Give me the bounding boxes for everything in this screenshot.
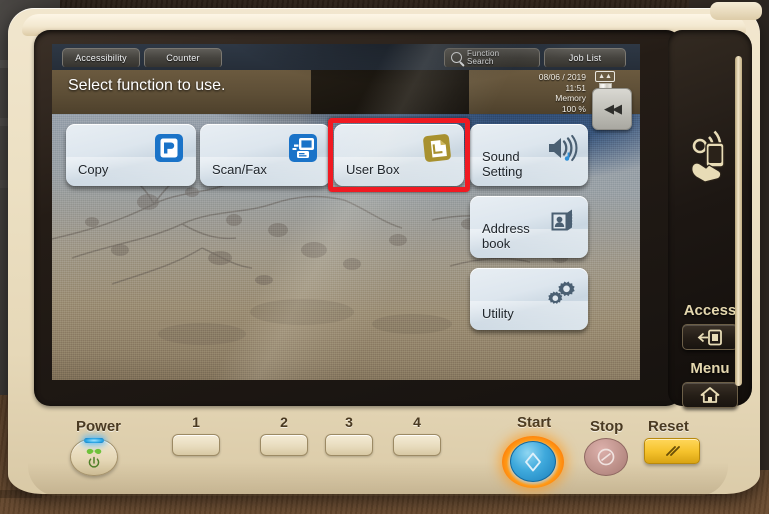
job-list-button[interactable]: Job List xyxy=(544,47,626,67)
tab-counter-label: Counter xyxy=(166,52,200,63)
status-time: 11:51 xyxy=(565,82,586,93)
reset-label: Reset xyxy=(648,418,689,435)
scan-fax-label: Scan/Fax xyxy=(212,162,267,177)
power-icon xyxy=(88,456,100,468)
start-label: Start xyxy=(517,414,552,431)
gears-icon xyxy=(548,281,575,304)
function-button-grid: Copy Scan/Fax User Box Sound Setting Add… xyxy=(52,114,640,380)
function-button-copy[interactable]: Copy xyxy=(66,124,196,186)
tab-counter[interactable]: Counter xyxy=(144,47,222,67)
eco-leaf-icon xyxy=(86,448,102,455)
utility-label: Utility xyxy=(482,306,514,321)
function-search-button[interactable]: Function Search xyxy=(444,47,540,67)
user-box-label: User Box xyxy=(346,162,400,177)
function-search-line2: Search xyxy=(467,56,494,66)
status-message: Select function to use. xyxy=(68,77,226,94)
access-button[interactable] xyxy=(682,324,738,350)
power-label: Power xyxy=(76,418,122,435)
power-led-indicator xyxy=(84,438,104,443)
tab-accessibility-label: Accessibility xyxy=(75,52,127,63)
speaker-icon xyxy=(549,134,578,162)
printer-control-panel-body: Accessibility Counter Function Search Jo… xyxy=(8,2,762,496)
number-key-3[interactable] xyxy=(325,434,373,456)
stop-octagon-icon xyxy=(597,448,615,466)
touchscreen[interactable]: Accessibility Counter Function Search Jo… xyxy=(52,44,640,380)
home-icon xyxy=(700,387,720,403)
collapse-arrows: ◀◀ xyxy=(604,101,622,116)
memory-value: 100 % xyxy=(561,103,586,114)
address-book-label: Address book xyxy=(482,221,530,251)
stop-button[interactable] xyxy=(584,438,628,476)
number-key-2[interactable] xyxy=(260,434,308,456)
reset-button[interactable] xyxy=(644,438,700,464)
toner-cap: ▲▲ xyxy=(595,71,615,82)
status-date: 08/06 / 2019 xyxy=(538,72,586,82)
copy-label: Copy xyxy=(78,162,109,177)
function-search-label: Function Search xyxy=(467,49,499,66)
number-key-3-label: 3 xyxy=(345,414,353,430)
right-hardware-panel: Access Menu xyxy=(668,30,752,408)
address-book-icon xyxy=(551,209,573,231)
scan-fax-icon xyxy=(289,134,317,162)
function-button-user-box[interactable]: User Box xyxy=(334,124,464,186)
job-list-label: Job List xyxy=(568,52,602,63)
number-key-4[interactable] xyxy=(393,434,441,456)
function-button-utility[interactable]: Utility xyxy=(470,268,588,330)
start-button[interactable] xyxy=(510,441,556,482)
address-book-line2: book xyxy=(482,236,511,251)
number-key-1-label: 1 xyxy=(192,414,200,430)
nfc-touch-icon xyxy=(691,130,725,183)
start-diamond-icon xyxy=(525,452,541,471)
status-info: 08/06 / 2019 11:51 Memory 100 % xyxy=(539,72,586,114)
message-bar: Select function to use. 08/06 / 2019 11:… xyxy=(52,70,640,114)
hardware-button-row: Power 1 2 3 4 Start Stop Reset xyxy=(8,408,760,494)
address-book-line1: Address xyxy=(482,221,530,236)
reset-slashes-icon xyxy=(666,446,680,456)
sound-setting-line2: Setting xyxy=(482,164,523,179)
user-box-icon xyxy=(423,134,451,162)
panel-seam-highlight xyxy=(735,56,742,386)
function-button-scan-fax[interactable]: Scan/Fax xyxy=(200,124,330,186)
number-key-2-label: 2 xyxy=(280,414,288,430)
panel-top-tab xyxy=(710,2,762,20)
menu-button[interactable] xyxy=(682,382,738,408)
copy-icon xyxy=(155,134,183,162)
function-button-sound-setting[interactable]: Sound Setting xyxy=(470,124,588,186)
sound-setting-line1: Sound xyxy=(482,149,520,164)
collapse-left-icon[interactable]: ◀◀ xyxy=(592,88,632,130)
function-button-address-book[interactable]: Address book xyxy=(470,196,588,258)
search-icon xyxy=(451,52,462,63)
tab-accessibility[interactable]: Accessibility xyxy=(62,47,140,67)
access-card-icon xyxy=(697,329,722,345)
number-key-4-label: 4 xyxy=(413,414,421,430)
number-key-1[interactable] xyxy=(172,434,220,456)
memory-label: Memory xyxy=(555,93,586,103)
screen-tab-row: Accessibility Counter Function Search Jo… xyxy=(52,44,640,70)
stop-label: Stop xyxy=(590,418,624,435)
sound-setting-label: Sound Setting xyxy=(482,149,522,179)
